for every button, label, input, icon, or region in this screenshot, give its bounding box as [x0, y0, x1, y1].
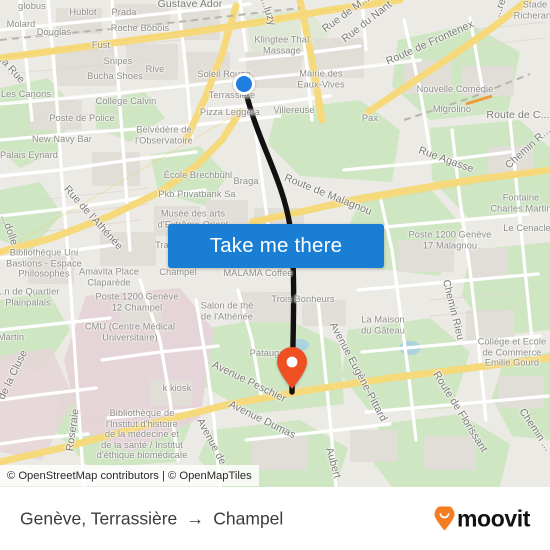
moovit-route-screenshot: globus Hublot Prada Gustave Ador Molard Dougl… [0, 0, 550, 550]
map-canvas[interactable]: globus Hublot Prada Gustave Ador Molard Dougl… [0, 0, 550, 487]
map-attribution: © OpenStreetMap contributors | © OpenMap… [0, 465, 259, 486]
moovit-logo: moovit [433, 505, 530, 532]
arrow-right-icon: → [186, 508, 205, 529]
route-destination-label: Champel [213, 508, 284, 528]
take-me-there-button[interactable]: Take me there [168, 224, 384, 268]
route-origin-label: Genève, Terrassière [20, 508, 178, 528]
destination-pin[interactable] [275, 346, 309, 395]
origin-blue-dot[interactable] [233, 73, 255, 95]
moovit-pin-icon [434, 506, 455, 530]
destination-pin-icon [277, 347, 307, 389]
moovit-wordmark: moovit [457, 505, 530, 531]
footer-bar: Genève, Terrassière → Champel moovit [0, 487, 550, 550]
route-summary: Genève, Terrassière → Champel [20, 508, 283, 529]
attribution-text[interactable]: © OpenStreetMap contributors | © OpenMap… [7, 470, 252, 482]
